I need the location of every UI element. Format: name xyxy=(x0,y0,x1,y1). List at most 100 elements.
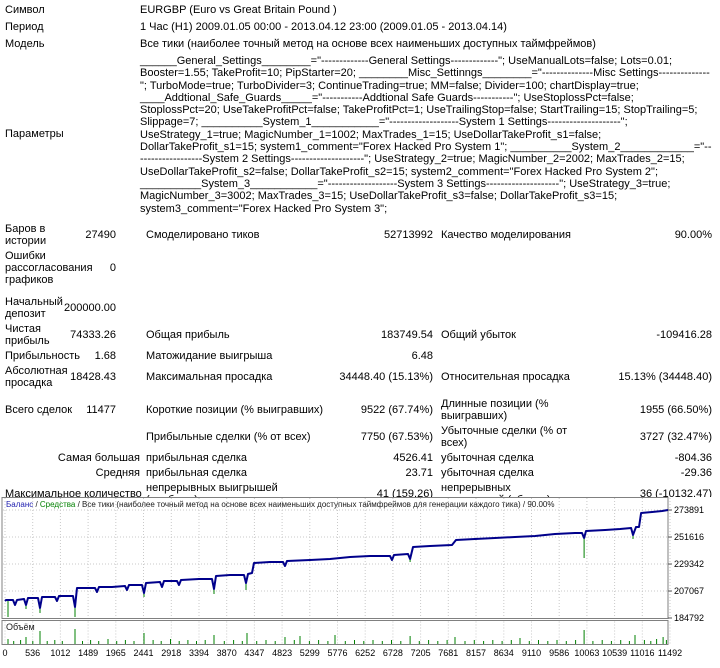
period-row: Период 1 Час (H1) 2009.01.05 00:00 - 201… xyxy=(5,21,712,34)
legend-balance: Баланс xyxy=(6,500,33,509)
y-axis-label: 207067 xyxy=(674,586,718,596)
stat-row: Абсолютная просадка18428.43 Максимальная… xyxy=(5,365,712,389)
stat-row: Ошибки рассогласования графиков0 xyxy=(5,250,712,286)
stat-value: 18428.43 xyxy=(70,371,140,383)
stat-row: Начальный депозит200000.00 xyxy=(5,296,712,320)
x-axis-label: 0 xyxy=(2,648,7,658)
stat-value: 200000.00 xyxy=(64,302,140,314)
stat-label: прибыльная сделка xyxy=(140,467,331,479)
stat-value: 1955 (66.50%) xyxy=(573,404,712,416)
stat-value: 183749.54 xyxy=(331,329,433,341)
x-axis-label: 1965 xyxy=(106,648,126,658)
stat-value: 74333.26 xyxy=(70,329,140,341)
stat-value: 9522 (67.74%) xyxy=(331,404,433,416)
stat-value: 7750 (67.53%) xyxy=(331,431,433,443)
model-label: Модель xyxy=(5,38,140,51)
stat-label: убыточная сделка xyxy=(433,467,573,479)
stat-value: 15.13% (34448.40) xyxy=(573,371,712,383)
x-axis-label: 1012 xyxy=(50,648,70,658)
stat-label: Матожидание выигрыша xyxy=(140,350,331,362)
x-axis-label: 11016 xyxy=(630,648,654,658)
stat-label: Общий убыток xyxy=(433,329,573,341)
symbol-label: Символ xyxy=(5,4,140,17)
x-axis-label: 6252 xyxy=(355,648,375,658)
x-axis-label: 8157 xyxy=(466,648,486,658)
chart-canvas: 0536101214891965244129183394387043474823… xyxy=(0,497,720,668)
x-axis-label: 5299 xyxy=(300,648,320,658)
stat-label: Прибыльность xyxy=(5,350,80,362)
y-axis-ticks xyxy=(668,510,672,618)
x-axis-label: 3870 xyxy=(217,648,237,658)
period-label: Период xyxy=(5,21,140,34)
chart-legend: Баланс / Средства / Все тики (наиболее т… xyxy=(6,500,554,509)
stat-label: Длинные позиции (% выигравших) xyxy=(433,398,573,422)
stat-value: 3727 (32.47%) xyxy=(573,431,712,443)
stat-row: Всего сделок11477 Короткие позиции (% вы… xyxy=(5,398,712,422)
stat-value: -109416.28 xyxy=(573,329,712,341)
stat-value: 27490 xyxy=(85,229,140,241)
stat-label: Прибыльные сделки (% от всех) xyxy=(140,431,331,443)
x-axis-label: 3394 xyxy=(189,648,209,658)
x-axis-label: 7681 xyxy=(438,648,458,658)
stat-label: Убыточные сделки (% от всех) xyxy=(433,425,573,449)
stat-label: Смоделировано тиков xyxy=(140,229,331,241)
parameters-label: Параметры xyxy=(5,128,140,141)
x-axis-label: 2441 xyxy=(133,648,153,658)
stat-label: убыточная сделка xyxy=(433,452,573,464)
x-axis-label: 7205 xyxy=(411,648,431,658)
stat-row: Прибыльные сделки (% от всех) 7750 (67.5… xyxy=(5,425,712,449)
stat-label: Короткие позиции (% выигравших) xyxy=(140,404,331,416)
x-axis-label: 6728 xyxy=(383,648,403,658)
stat-label: Самая большая xyxy=(5,452,140,464)
legend-separator: / xyxy=(33,500,40,509)
stat-value: 11477 xyxy=(72,404,140,416)
equity-drawdown-spikes xyxy=(8,535,633,617)
grid-lines xyxy=(3,498,670,644)
stat-label: Баров в истории xyxy=(5,223,85,247)
y-axis-label: 273891 xyxy=(674,505,718,515)
stat-label: Общая прибыль xyxy=(140,329,331,341)
stat-label: Чистая прибыль xyxy=(5,323,70,347)
stat-row: Чистая прибыль74333.26 Общая прибыль 183… xyxy=(5,323,712,347)
legend-quality: 90.00% xyxy=(527,500,554,509)
stat-label: прибыльная сделка xyxy=(140,452,331,464)
stat-value: 34448.40 (15.13%) xyxy=(331,371,433,383)
x-axis-label: 8634 xyxy=(494,648,514,658)
period-value: 1 Час (H1) 2009.01.05 00:00 - 2013.04.12… xyxy=(140,21,712,34)
symbol-value: EURGBP (Euro vs Great Britain Pound ) xyxy=(140,4,712,17)
stat-label: Начальный депозит xyxy=(5,296,64,320)
strategy-tester-report: Символ EURGBP (Euro vs Great Britain Pou… xyxy=(0,2,720,551)
x-axis-label: 9586 xyxy=(549,648,569,658)
stat-label: Всего сделок xyxy=(5,404,72,416)
balance-line xyxy=(5,510,668,608)
legend-description: Все тики (наиболее точный метод на основ… xyxy=(82,500,521,509)
x-axis-label: 1489 xyxy=(78,648,98,658)
y-axis-label: 251616 xyxy=(674,532,718,542)
stat-row: Баров в истории27490 Смоделировано тиков… xyxy=(5,223,712,247)
stat-row: Средняя прибыльная сделка 23.71 убыточна… xyxy=(5,467,712,479)
y-axis-label: 184792 xyxy=(674,613,718,623)
stat-label: Максимальная просадка xyxy=(140,371,331,383)
model-row: Модель Все тики (наиболее точный метод н… xyxy=(5,38,712,51)
x-axis-label: 4347 xyxy=(244,648,264,658)
balance-chart: 0536101214891965244129183394387043474823… xyxy=(0,497,720,668)
stat-value: -804.36 xyxy=(573,452,712,464)
x-axis-label: 2918 xyxy=(161,648,181,658)
x-axis-label: 10063 xyxy=(574,648,599,658)
stat-label: Относительная просадка xyxy=(433,371,573,383)
model-value: Все тики (наиболее точный метод на основ… xyxy=(140,38,712,51)
x-axis-label: 9110 xyxy=(522,648,541,658)
x-axis-label: 4823 xyxy=(272,648,292,658)
stat-value: -29.36 xyxy=(573,467,712,479)
stat-row: Самая большая прибыльная сделка 4526.41 … xyxy=(5,452,712,464)
legend-equity: Средства xyxy=(40,500,75,509)
x-axis-labels: 0536101214891965244129183394387043474823… xyxy=(2,648,682,658)
volume-pane-label: Объём xyxy=(6,622,35,632)
x-axis-label: 10539 xyxy=(602,648,627,658)
x-axis-label: 5776 xyxy=(327,648,347,658)
y-axis-label: 229342 xyxy=(674,559,718,569)
stat-value: 4526.41 xyxy=(331,452,433,464)
stat-value: 23.71 xyxy=(331,467,433,479)
symbol-row: Символ EURGBP (Euro vs Great Britain Pou… xyxy=(5,4,712,17)
stat-label: Абсолютная просадка xyxy=(5,365,70,389)
